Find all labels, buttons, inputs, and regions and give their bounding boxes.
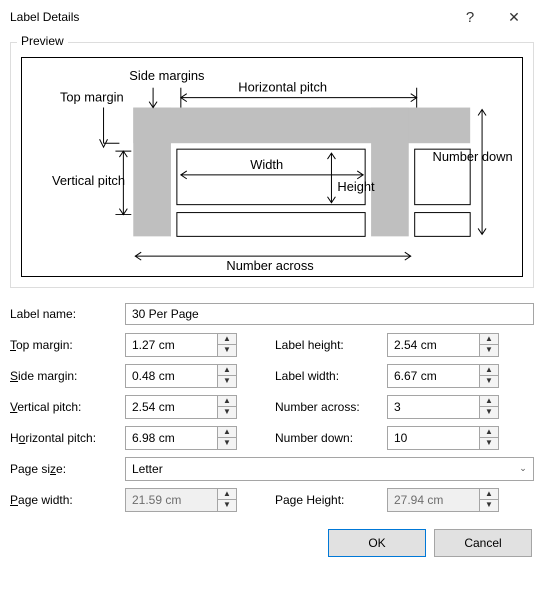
horizontal-pitch-label: Horizontal pitch: (10, 431, 125, 445)
number-down-input[interactable]: 10▲▼ (387, 426, 499, 450)
spin-down-icon: ▼ (480, 499, 498, 511)
page-size-value: Letter (126, 462, 513, 476)
number-across-input[interactable]: 3▲▼ (387, 395, 499, 419)
spin-down-icon[interactable]: ▼ (480, 375, 498, 387)
svg-text:Vertical pitch: Vertical pitch (52, 173, 125, 188)
ok-button[interactable]: OK (328, 529, 426, 557)
spin-up-icon[interactable]: ▲ (480, 334, 498, 345)
titlebar: Label Details ? ✕ (0, 0, 544, 34)
page-height-label: Page Height: (275, 493, 387, 507)
number-across-label: Number across: (275, 400, 387, 414)
close-button[interactable]: ✕ (492, 2, 536, 32)
top-margin-label: Top margin: (10, 338, 125, 352)
page-size-label: Page size: (10, 462, 125, 476)
label-height-input[interactable]: 2.54 cm▲▼ (387, 333, 499, 357)
spin-up-icon[interactable]: ▲ (218, 427, 236, 438)
spin-up-icon: ▲ (218, 489, 236, 500)
svg-text:Height: Height (337, 179, 375, 194)
svg-text:Top margin: Top margin (60, 90, 124, 105)
page-width-input: 21.59 cm▲▼ (125, 488, 237, 512)
svg-text:Side margins: Side margins (129, 68, 204, 83)
spin-up-icon[interactable]: ▲ (218, 365, 236, 376)
cancel-button[interactable]: Cancel (434, 529, 532, 557)
svg-text:Horizontal pitch: Horizontal pitch (238, 80, 327, 95)
label-name-input[interactable] (125, 303, 534, 325)
spin-down-icon[interactable]: ▼ (480, 437, 498, 449)
side-margin-input[interactable]: 0.48 cm▲▼ (125, 364, 237, 388)
label-width-input[interactable]: 6.67 cm▲▼ (387, 364, 499, 388)
vertical-pitch-label: Vertical pitch: (10, 400, 125, 414)
window-title: Label Details (10, 10, 79, 24)
number-down-label: Number down: (275, 431, 387, 445)
dialog-buttons: OK Cancel (0, 529, 532, 557)
spin-up-icon[interactable]: ▲ (218, 396, 236, 407)
help-button[interactable]: ? (448, 2, 492, 32)
spin-down-icon[interactable]: ▼ (480, 406, 498, 418)
vertical-pitch-input[interactable]: 2.54 cm▲▼ (125, 395, 237, 419)
spin-up-icon[interactable]: ▲ (480, 427, 498, 438)
help-icon: ? (466, 9, 474, 26)
spin-down-icon[interactable]: ▼ (218, 437, 236, 449)
label-height-label: Label height: (275, 338, 387, 352)
spin-up-icon[interactable]: ▲ (218, 334, 236, 345)
side-margin-label: Side margin: (10, 369, 125, 383)
spin-up-icon: ▲ (480, 489, 498, 500)
label-name-label: Label name: (10, 307, 125, 321)
svg-text:Number across: Number across (226, 258, 313, 273)
spin-up-icon[interactable]: ▲ (480, 365, 498, 376)
svg-text:Number down: Number down (433, 149, 513, 164)
top-margin-input[interactable]: 1.27 cm▲▼ (125, 333, 237, 357)
page-width-label: Page width: (10, 493, 125, 507)
page-size-combo[interactable]: Letter ⌄ (125, 457, 534, 481)
spin-up-icon[interactable]: ▲ (480, 396, 498, 407)
preview-group: Preview Top margin Side margins (10, 42, 534, 288)
preview-label: Preview (17, 34, 68, 48)
svg-text:Width: Width (250, 157, 283, 172)
page-height-input: 27.94 cm▲▼ (387, 488, 499, 512)
form-area: Label name: Top margin: 1.27 cm▲▼ Label … (10, 298, 534, 515)
close-icon: ✕ (508, 9, 520, 26)
spin-down-icon[interactable]: ▼ (218, 375, 236, 387)
spin-down-icon[interactable]: ▼ (218, 406, 236, 418)
preview-diagram: Top margin Side margins Horizontal pitch (21, 57, 523, 277)
label-width-label: Label width: (275, 369, 387, 383)
chevron-down-icon: ⌄ (513, 463, 533, 474)
spin-down-icon[interactable]: ▼ (480, 344, 498, 356)
spin-down-icon[interactable]: ▼ (218, 344, 236, 356)
spin-down-icon: ▼ (218, 499, 236, 511)
horizontal-pitch-input[interactable]: 6.98 cm▲▼ (125, 426, 237, 450)
